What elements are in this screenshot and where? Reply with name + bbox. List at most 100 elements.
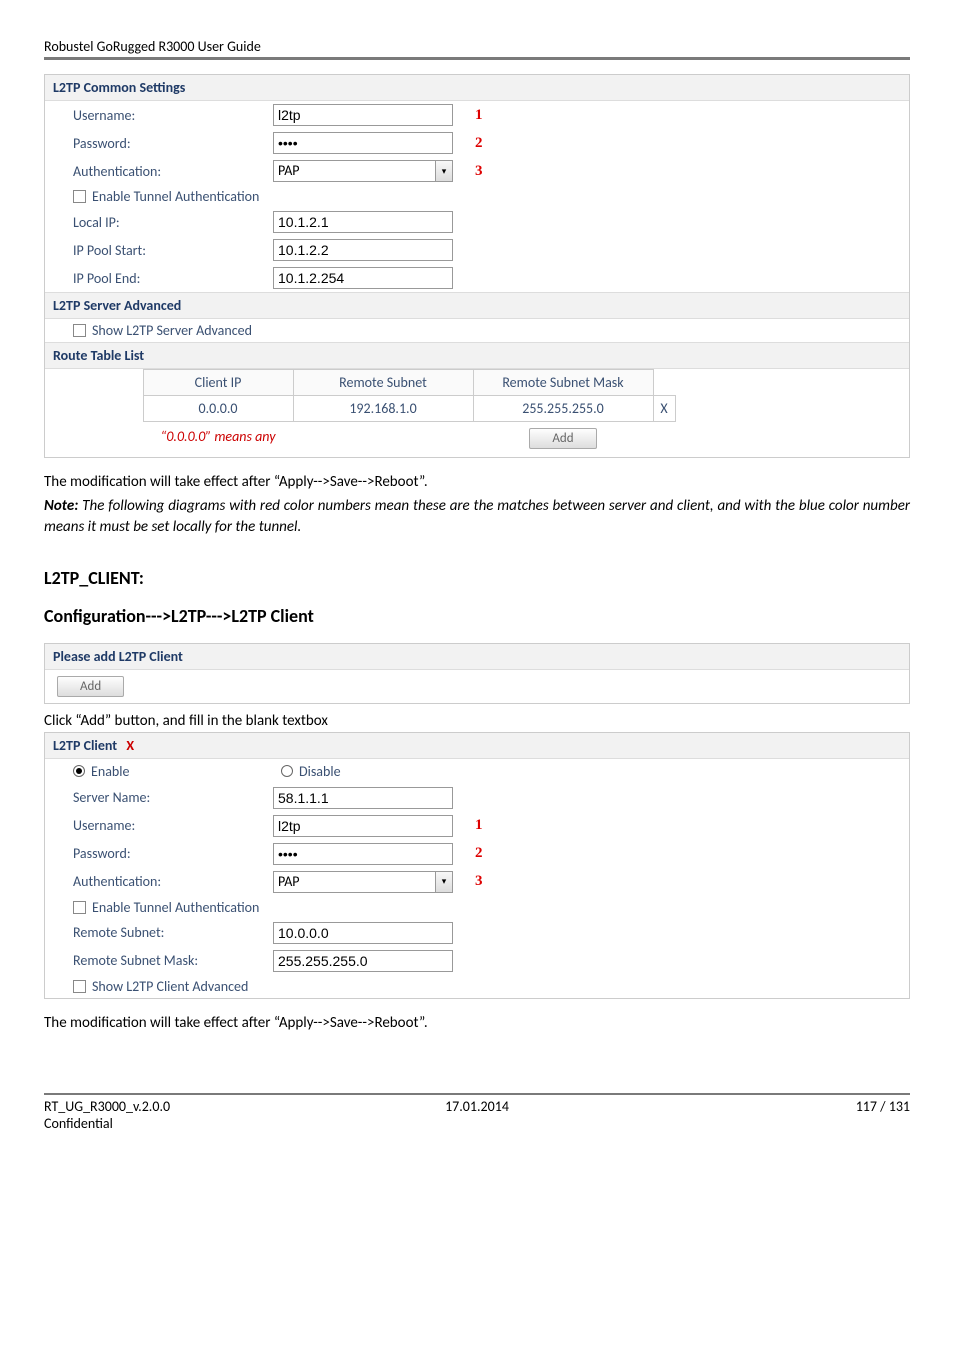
chevron-down-icon[interactable]: ▾ (435, 160, 453, 182)
cell-remote-subnet-mask: 255.255.255.0 (473, 396, 653, 422)
header-rule (44, 57, 910, 60)
auth-row: Authentication: PAP ▾ 3 (45, 157, 909, 185)
auth-select[interactable]: PAP ▾ (273, 160, 453, 182)
local-ip-input[interactable] (273, 211, 453, 233)
doc-header: Robustel GoRugged R3000 User Guide (44, 38, 910, 55)
remote-subnet-mask-input[interactable] (273, 950, 453, 972)
ip-pool-end-input[interactable] (273, 267, 453, 289)
footer-version: RT_UG_R3000_v.2.0.0 (44, 1098, 333, 1115)
disable-label: Disable (299, 763, 341, 780)
enable-tunnel-auth-row[interactable]: Enable Tunnel Authentication (45, 185, 909, 208)
table-spacer (53, 396, 143, 422)
add-button[interactable]: Add (529, 428, 596, 449)
server-name-input[interactable] (273, 787, 453, 809)
l2tp-client-head: L2TP Client X (45, 733, 909, 759)
footer-rule (44, 1093, 910, 1095)
client-annot-1: 1 (475, 817, 483, 834)
table-row: 0.0.0.0 192.168.1.0 255.255.255.0 X (53, 396, 675, 422)
remote-subnet-mask-label: Remote Subnet Mask: (73, 952, 273, 969)
username-input[interactable] (273, 104, 453, 126)
show-client-advanced-row[interactable]: Show L2TP Client Advanced (45, 975, 909, 998)
client-username-label: Username: (73, 817, 273, 834)
client-enable-tunnel-auth-row[interactable]: Enable Tunnel Authentication (45, 896, 909, 919)
please-add-heading: Please add L2TP Client (45, 644, 909, 670)
spacer (293, 428, 473, 449)
show-client-advanced-checkbox[interactable] (73, 980, 86, 993)
remote-subnet-label: Remote Subnet: (73, 924, 273, 941)
server-name-row: Server Name: (45, 784, 909, 812)
client-username-input[interactable] (273, 815, 453, 837)
route-table: Client IP Remote Subnet Remote Subnet Ma… (53, 369, 676, 422)
please-add-panel: Please add L2TP Client Add (44, 643, 910, 704)
show-server-advanced-checkbox[interactable] (73, 324, 86, 337)
add-button-wrap: Add (473, 428, 653, 449)
spacer (53, 428, 143, 449)
ip-pool-end-label: IP Pool End: (73, 270, 273, 287)
auth-select-value: PAP (273, 160, 435, 182)
disable-radio[interactable] (281, 765, 293, 777)
route-table-wrap: Client IP Remote Subnet Remote Subnet Ma… (45, 369, 909, 457)
footer-left: RT_UG_R3000_v.2.0.0 Confidential (44, 1098, 333, 1132)
client-username-row: Username: 1 (45, 812, 909, 840)
enable-tunnel-auth-label: Enable Tunnel Authentication (92, 188, 259, 205)
route-table-heading: Route Table List (45, 342, 909, 369)
enable-tunnel-auth-checkbox[interactable] (73, 190, 86, 203)
page-footer: RT_UG_R3000_v.2.0.0 Confidential 17.01.2… (44, 1098, 910, 1132)
ip-pool-end-row: IP Pool End: (45, 264, 909, 292)
note-paragraph: Note: The following diagrams with red co… (44, 496, 910, 537)
common-settings-heading: L2TP Common Settings (45, 75, 909, 101)
ip-pool-start-label: IP Pool Start: (73, 242, 273, 259)
l2tp-client-title: L2TP Client (53, 737, 117, 754)
cell-remote-subnet: 192.168.1.0 (293, 396, 473, 422)
route-table-note: “0.0.0.0” means any (143, 428, 293, 449)
config-path-heading: Configuration--->L2TP--->L2TP Client (44, 605, 910, 627)
note-text: The following diagrams with red color nu… (44, 497, 910, 535)
remote-subnet-mask-row: Remote Subnet Mask: (45, 947, 909, 975)
username-label: Username: (73, 107, 273, 124)
password-label: Password: (73, 135, 273, 152)
effect-note-1: The modification will take effect after … (44, 472, 910, 492)
client-password-input[interactable] (273, 843, 453, 865)
col-client-ip: Client IP (143, 370, 293, 396)
footer-page: 117 / 131 (621, 1098, 910, 1132)
close-icon[interactable]: X (126, 737, 134, 754)
note-label: Note: (44, 497, 78, 515)
show-server-advanced-row[interactable]: Show L2TP Server Advanced (45, 319, 909, 342)
add-client-button[interactable]: Add (57, 676, 124, 697)
l2tp-client-heading: L2TP_CLIENT: (44, 567, 910, 589)
enable-radio[interactable] (73, 765, 85, 777)
l2tp-common-panel: L2TP Common Settings Username: 1 Passwor… (44, 74, 910, 458)
footer-confidential: Confidential (44, 1115, 333, 1132)
local-ip-row: Local IP: (45, 208, 909, 236)
client-annot-2: 2 (475, 845, 483, 862)
l2tp-client-panel: L2TP Client X Enable Disable Server Name… (44, 732, 910, 999)
client-auth-label: Authentication: (73, 873, 273, 890)
delete-icon[interactable]: X (653, 396, 675, 422)
remote-subnet-row: Remote Subnet: (45, 919, 909, 947)
client-enable-tunnel-auth-checkbox[interactable] (73, 901, 86, 914)
footer-date: 17.01.2014 (333, 1098, 622, 1132)
annot-1: 1 (475, 107, 483, 124)
chevron-down-icon[interactable]: ▾ (435, 871, 453, 893)
client-enable-tunnel-auth-label: Enable Tunnel Authentication (92, 899, 259, 916)
client-auth-row: Authentication: PAP ▾ 3 (45, 868, 909, 896)
table-spacer (53, 370, 143, 396)
client-annot-3: 3 (475, 873, 483, 890)
col-remote-subnet-mask: Remote Subnet Mask (473, 370, 653, 396)
click-add-text: Click “Add” button, and fill in the blan… (44, 712, 910, 730)
route-table-footer: “0.0.0.0” means any Add (53, 422, 901, 449)
server-name-label: Server Name: (73, 789, 273, 806)
ip-pool-start-input[interactable] (273, 239, 453, 261)
client-password-row: Password: 2 (45, 840, 909, 868)
password-input[interactable] (273, 132, 453, 154)
enable-label: Enable (91, 763, 281, 780)
client-auth-select[interactable]: PAP ▾ (273, 871, 453, 893)
show-client-advanced-label: Show L2TP Client Advanced (92, 978, 248, 995)
local-ip-label: Local IP: (73, 214, 273, 231)
remote-subnet-input[interactable] (273, 922, 453, 944)
username-row: Username: 1 (45, 101, 909, 129)
table-header-row: Client IP Remote Subnet Remote Subnet Ma… (53, 370, 675, 396)
annot-2: 2 (475, 135, 483, 152)
password-row: Password: 2 (45, 129, 909, 157)
ip-pool-start-row: IP Pool Start: (45, 236, 909, 264)
